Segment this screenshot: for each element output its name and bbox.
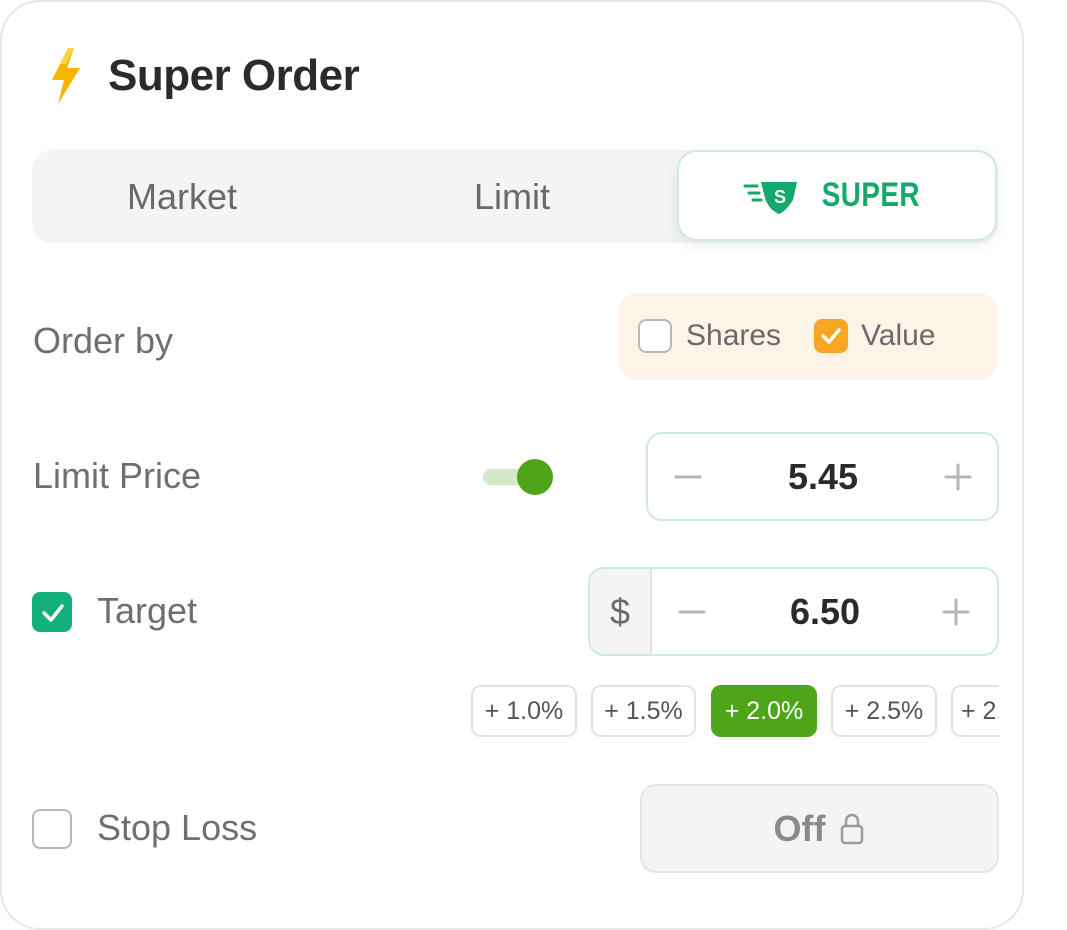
toggle-knob (517, 459, 553, 495)
off-label: Off (773, 807, 826, 849)
preset-chip[interactable]: + 2.5% (831, 685, 937, 737)
order-type-tabs: Market Limit S SUPER (32, 150, 998, 243)
target-stepper: $ 6.50 (588, 567, 999, 656)
super-s-badge-icon: S (743, 181, 798, 214)
plus-icon[interactable] (938, 457, 978, 497)
shares-option-label: Shares (686, 319, 782, 352)
limit-price-value[interactable]: 5.45 (738, 456, 908, 498)
limit-price-stepper: 5.45 (646, 432, 999, 521)
stop-loss-label: Stop Loss (97, 807, 258, 848)
tab-super-label: SUPER (821, 176, 921, 214)
checkmark-icon (42, 604, 64, 622)
currency-symbol: $ (590, 569, 652, 654)
tab-market[interactable]: Market (32, 150, 332, 243)
target-value[interactable]: 6.50 (740, 591, 910, 633)
plus-icon[interactable] (936, 592, 976, 632)
super-order-panel: Super Order Market Limit S SUPER Order b… (0, 0, 1024, 930)
value-option-label: Value (861, 319, 936, 352)
preset-chip-active[interactable]: + 2.0% (711, 685, 817, 737)
panel-header: Super Order (46, 46, 360, 106)
stop-loss-checkbox[interactable] (32, 809, 72, 849)
tab-super[interactable]: S SUPER (677, 150, 997, 241)
value-checkbox[interactable] (814, 319, 848, 353)
preset-chip[interactable]: + 2. (951, 685, 999, 737)
page-title: Super Order (108, 51, 360, 100)
preset-chip[interactable]: + 1.5% (591, 685, 696, 737)
minus-icon[interactable] (668, 457, 708, 497)
target-checkbox[interactable] (32, 592, 72, 632)
order-by-options: Shares Value (618, 293, 998, 380)
shares-checkbox[interactable] (638, 319, 672, 353)
svg-text:S: S (774, 187, 786, 207)
order-by-label: Order by (33, 320, 174, 361)
tab-limit-label: Limit (473, 175, 550, 217)
target-preset-chips: + 1.0% + 1.5% + 2.0% + 2.5% + 2. (471, 685, 999, 739)
preset-chip[interactable]: + 1.0% (471, 685, 577, 737)
checkmark-icon (821, 328, 841, 344)
limit-price-label: Limit Price (33, 455, 202, 496)
stop-loss-off-button[interactable]: Off (640, 784, 999, 873)
lightning-bolt-icon (52, 48, 80, 104)
target-label: Target (97, 590, 198, 631)
tab-market-label: Market (126, 175, 238, 217)
minus-icon[interactable] (672, 592, 712, 632)
tab-limit[interactable]: Limit (362, 150, 662, 243)
lock-icon (841, 813, 864, 844)
